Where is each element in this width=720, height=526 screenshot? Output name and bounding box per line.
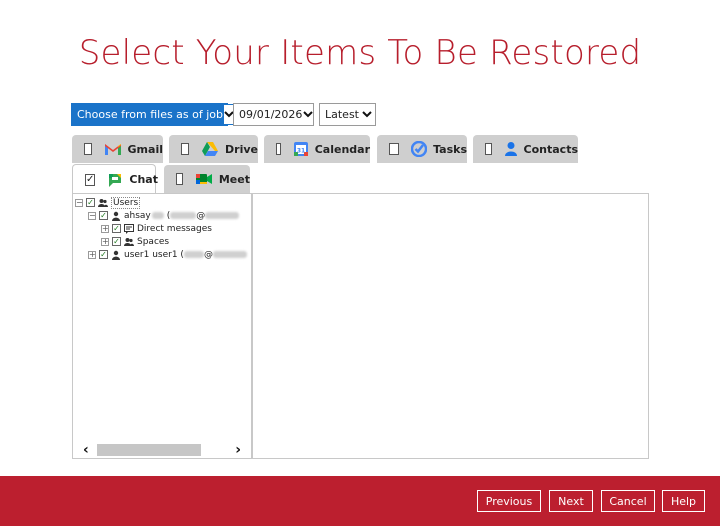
user-icon (111, 250, 121, 260)
page-title: Select Your Items To Be Restored (78, 33, 642, 73)
tree-node-label: ahsay (124, 210, 151, 221)
message-icon (124, 223, 134, 234)
tab-meet-label: Meet (218, 172, 250, 186)
tab-chat[interactable]: ✓ Chat (72, 164, 158, 194)
tree-panel[interactable]: − ✓ Users − ✓ ahsay ( @ + ✓ Direct messa… (72, 193, 252, 459)
tree-node-spaces[interactable]: + ✓ Spaces (101, 235, 169, 248)
redacted-text (151, 212, 164, 219)
chevron-down-icon (302, 104, 313, 125)
redacted-text (212, 251, 247, 258)
gmail-checkbox[interactable] (84, 143, 92, 155)
tab-drive-label: Drive (225, 142, 258, 156)
cancel-button[interactable]: Cancel (601, 490, 655, 512)
scroll-left-arrow-icon[interactable]: ‹ (83, 442, 89, 458)
drive-icon (201, 140, 219, 158)
tab-tasks-label: Tasks (433, 142, 467, 156)
tab-contacts[interactable]: Contacts (473, 135, 578, 163)
redacted-text (170, 212, 197, 219)
calendar-icon: 31 (293, 140, 309, 158)
tab-drive[interactable]: Drive (169, 135, 258, 163)
tab-gmail[interactable]: Gmail (72, 135, 163, 163)
item-detail-panel (252, 193, 649, 459)
job-version-value: Latest (325, 108, 359, 121)
contacts-icon (504, 140, 518, 158)
gmail-icon (104, 140, 122, 158)
tab-calendar-label: Calendar (314, 142, 370, 156)
horizontal-scrollbar[interactable]: ‹ › (73, 442, 251, 458)
tab-meet[interactable]: Meet (164, 165, 250, 193)
next-button[interactable]: Next (549, 490, 593, 512)
calendar-checkbox[interactable] (276, 143, 281, 155)
tree-node-label: Users (111, 196, 141, 209)
tree-node-label: Direct messages (137, 223, 212, 234)
tree-checkbox[interactable]: ✓ (99, 211, 108, 220)
help-button[interactable]: Help (662, 490, 705, 512)
tasks-icon (411, 140, 428, 158)
job-date-value: 09/01/2026 (239, 108, 303, 121)
tree-checkbox[interactable]: ✓ (112, 224, 121, 233)
collapse-icon[interactable]: − (75, 198, 83, 207)
redacted-text (183, 251, 204, 258)
tree-checkbox[interactable]: ✓ (112, 237, 121, 246)
tasks-checkbox[interactable] (389, 143, 400, 155)
user-icon (111, 211, 121, 221)
tree-node-label: @ (196, 210, 206, 221)
previous-button[interactable]: Previous (477, 490, 541, 512)
chevron-down-icon (359, 104, 375, 125)
job-source-select[interactable]: Choose from files as of job (71, 103, 236, 126)
tree-node-users[interactable]: − ✓ Users (75, 196, 141, 209)
collapse-icon[interactable]: − (88, 211, 96, 220)
job-date-select[interactable]: 09/01/2026 (233, 103, 314, 126)
drive-checkbox[interactable] (181, 143, 190, 155)
tab-chat-label: Chat (129, 173, 158, 186)
chat-checkbox[interactable]: ✓ (85, 173, 96, 186)
users-icon (124, 237, 134, 247)
scrollbar-thumb[interactable] (97, 444, 201, 456)
users-icon (98, 198, 108, 208)
contacts-checkbox[interactable] (485, 143, 492, 155)
tree-node-label: Spaces (137, 236, 170, 247)
scroll-right-arrow-icon[interactable]: › (235, 442, 241, 458)
expand-icon[interactable]: + (101, 237, 109, 246)
tree-checkbox[interactable]: ✓ (86, 198, 95, 207)
meet-checkbox[interactable] (176, 173, 183, 185)
svg-text:31: 31 (297, 148, 305, 155)
tree-node-label: user1 user1 ( (124, 249, 184, 260)
tree-node-user[interactable]: − ✓ ahsay ( @ (88, 209, 240, 222)
job-version-select[interactable]: Latest (319, 103, 376, 126)
redacted-text (205, 212, 240, 219)
job-source-value: Choose from files as of job (77, 108, 224, 121)
expand-icon[interactable]: + (88, 250, 96, 259)
restore-window: Select Your Items To Be Restored Choose … (0, 0, 720, 526)
expand-icon[interactable]: + (101, 224, 109, 233)
meet-icon (195, 170, 213, 188)
tree-node-label: @ (203, 249, 213, 260)
tab-tasks[interactable]: Tasks (377, 135, 467, 163)
tree-checkbox[interactable]: ✓ (99, 250, 108, 259)
tab-calendar[interactable]: 31 Calendar (264, 135, 370, 163)
tree-node-user[interactable]: + ✓ user1 user1 ( @ (88, 248, 247, 261)
tree-node-direct-messages[interactable]: + ✓ Direct messages (101, 222, 212, 235)
tab-contacts-label: Contacts (523, 142, 578, 156)
tab-gmail-label: Gmail (127, 142, 163, 156)
chat-icon (107, 171, 123, 189)
